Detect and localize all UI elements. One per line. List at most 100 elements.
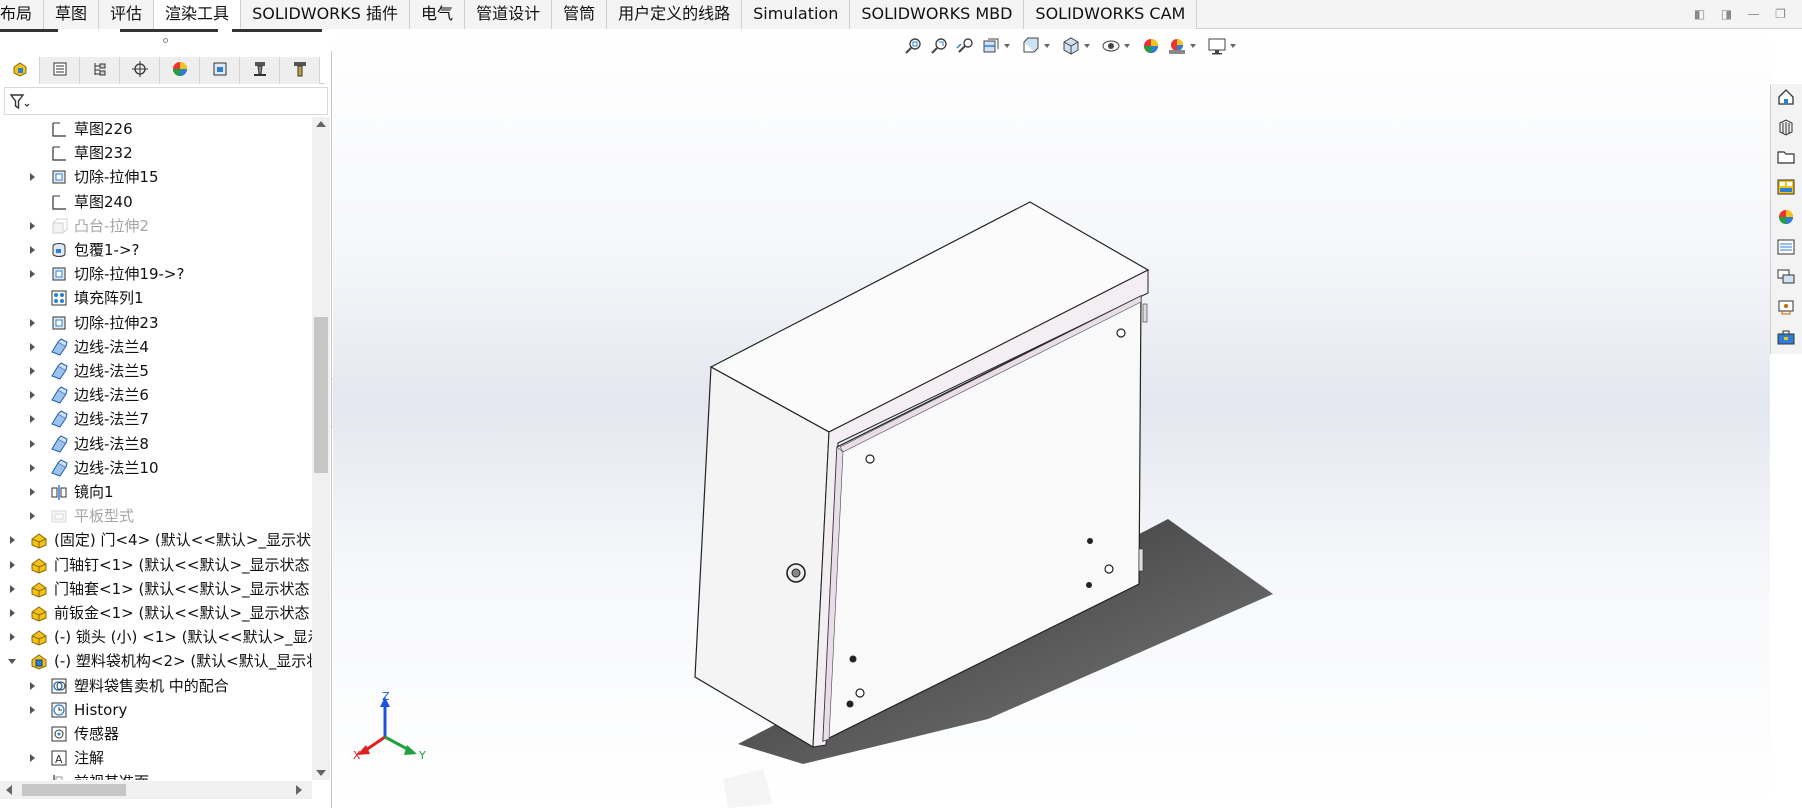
tree-item[interactable]: 填充阵列1	[0, 286, 312, 310]
tree-item[interactable]: (-) 锁头 (小) <1> (默认<<默认>_显示	[0, 625, 312, 649]
expand-arrow-icon[interactable]	[30, 705, 35, 714]
tree-item[interactable]: 切除-拉伸23	[0, 311, 312, 335]
tree-item[interactable]: 前钣金<1> (默认<<默认>_显示状态 1	[0, 601, 312, 625]
panel-grip-icon[interactable]	[163, 38, 168, 43]
scroll-right-arrow-icon[interactable]	[296, 785, 302, 795]
ribbon-tab[interactable]: 评估	[99, 0, 155, 29]
expand-arrow-icon[interactable]	[30, 221, 35, 230]
tile-right-icon[interactable]: ◨	[1719, 7, 1734, 21]
ribbon-tab[interactable]: 草图	[44, 0, 100, 29]
graphics-area[interactable]: Z X Y	[333, 29, 1770, 808]
tree-item[interactable]: 边线-法兰6	[0, 383, 312, 407]
expand-arrow-icon[interactable]	[10, 560, 15, 569]
tree-item[interactable]: 草图240	[0, 190, 312, 214]
restore-icon[interactable]: ❐	[1773, 7, 1788, 21]
dropdown-caret-icon[interactable]	[1084, 44, 1090, 48]
dropdown-caret-icon[interactable]	[1230, 44, 1236, 48]
displaymanager-tab[interactable]	[160, 57, 200, 84]
expand-arrow-icon[interactable]	[30, 463, 35, 472]
section-view-icon[interactable]	[980, 35, 1002, 57]
expand-arrow-icon[interactable]	[30, 439, 35, 448]
view-settings-icon[interactable]	[1206, 35, 1228, 57]
tree-item[interactable]: 前视基准面	[0, 770, 312, 780]
ribbon-tab[interactable]: 渲染工具	[154, 0, 242, 29]
solidworks-forum-tab[interactable]	[1771, 264, 1801, 294]
ribbon-tab[interactable]: 用户定义的线路	[607, 0, 743, 29]
file-explorer-tab[interactable]	[1771, 144, 1801, 174]
display-style-icon[interactable]	[1060, 35, 1082, 57]
design-library-tab[interactable]	[1771, 114, 1801, 144]
dimxpertmanager-tab[interactable]	[120, 57, 160, 84]
expand-arrow-icon[interactable]	[30, 270, 35, 279]
scroll-down-arrow-icon[interactable]	[316, 770, 326, 776]
dropdown-caret-icon[interactable]	[1004, 44, 1010, 48]
cam-tab[interactable]	[1771, 294, 1801, 324]
expand-arrow-icon[interactable]	[30, 342, 35, 351]
ribbon-tab[interactable]: Simulation	[742, 0, 851, 29]
dropdown-caret-icon[interactable]	[1124, 44, 1130, 48]
enclosure-model[interactable]: Z X Y	[333, 29, 1770, 808]
ribbon-tab[interactable]: 布局	[0, 0, 45, 29]
tree-filter-row[interactable]	[4, 87, 328, 115]
expand-arrow-icon[interactable]	[30, 512, 35, 521]
scroll-up-arrow-icon[interactable]	[316, 121, 326, 127]
zoom-to-fit-icon[interactable]	[902, 35, 924, 57]
ribbon-tab[interactable]: SOLIDWORKS MBD	[850, 0, 1025, 29]
toolbox-tab[interactable]	[1771, 324, 1801, 354]
tree-item[interactable]: 边线-法兰10	[0, 456, 312, 480]
configurationmanager-tab[interactable]	[80, 57, 120, 84]
tree-item[interactable]: A 注解	[0, 746, 312, 770]
edit-appearance-icon[interactable]	[1140, 35, 1162, 57]
tree-item[interactable]: 切除-拉伸19->?	[0, 262, 312, 286]
scroll-thumb[interactable]	[22, 784, 126, 796]
tree-item[interactable]: 包覆1->?	[0, 238, 312, 262]
minimize-icon[interactable]: —	[1746, 7, 1761, 21]
tree-item[interactable]: 边线-法兰8	[0, 432, 312, 456]
tree-item[interactable]: 平板型式	[0, 504, 312, 528]
expand-arrow-icon[interactable]	[30, 415, 35, 424]
tree-item[interactable]: (固定) 门<4> (默认<<默认>_显示状态	[0, 528, 312, 552]
hide-show-items-icon[interactable]	[1100, 35, 1122, 57]
expand-arrow-icon[interactable]	[30, 681, 35, 690]
tree-item[interactable]: 门轴套<1> (默认<<默认>_显示状态 1	[0, 577, 312, 601]
tree-vertical-scrollbar[interactable]	[312, 117, 330, 780]
expand-arrow-icon[interactable]	[30, 391, 35, 400]
ribbon-tab[interactable]: 管筒	[552, 0, 608, 29]
scroll-thumb[interactable]	[314, 317, 328, 473]
apply-scene-icon[interactable]	[1166, 35, 1188, 57]
tree-item[interactable]: 边线-法兰5	[0, 359, 312, 383]
scroll-left-arrow-icon[interactable]	[6, 785, 12, 795]
custom-properties-tab[interactable]	[1771, 234, 1801, 264]
camfeature-tab[interactable]	[200, 57, 240, 84]
dropdown-caret-icon[interactable]	[1190, 44, 1196, 48]
view-palette-tab[interactable]	[1771, 174, 1801, 204]
expand-arrow-icon[interactable]	[10, 584, 15, 593]
expand-arrow-icon[interactable]	[30, 367, 35, 375]
collapse-arrow-icon[interactable]	[8, 659, 16, 665]
filter-icon[interactable]	[9, 93, 31, 115]
tree-item[interactable]: History	[0, 698, 312, 722]
tree-item[interactable]: 草图232	[0, 141, 312, 165]
zoom-to-area-icon[interactable]	[928, 35, 950, 57]
expand-arrow-icon[interactable]	[10, 609, 15, 617]
tree-item[interactable]: 切除-拉伸15	[0, 165, 312, 189]
tree-item[interactable]: (-) 塑料袋机构<2> (默认<默认_显示状态	[0, 649, 312, 673]
tree-item[interactable]: 凸台-拉伸2	[0, 214, 312, 238]
solidworks-resources-tab[interactable]	[1771, 84, 1801, 114]
tree-item[interactable]: 边线-法兰7	[0, 407, 312, 431]
featuremanager-tab[interactable]	[0, 57, 40, 84]
propertymanager-tab[interactable]	[40, 57, 80, 84]
expand-arrow-icon[interactable]	[10, 633, 15, 642]
tree-item[interactable]: 镜向1	[0, 480, 312, 504]
tree-item[interactable]: 草图226	[0, 117, 312, 141]
tree-item[interactable]: 传感器	[0, 722, 312, 746]
tree-item[interactable]: 边线-法兰4	[0, 335, 312, 359]
expand-arrow-icon[interactable]	[10, 536, 15, 545]
expand-arrow-icon[interactable]	[30, 318, 35, 327]
expand-arrow-icon[interactable]	[30, 754, 35, 763]
ribbon-tab[interactable]: 电气	[410, 0, 466, 29]
tree-horizontal-scrollbar[interactable]	[0, 781, 312, 799]
tree-item[interactable]: 门轴钉<1> (默认<<默认>_显示状态 1	[0, 553, 312, 577]
tile-left-icon[interactable]: ◧	[1692, 7, 1707, 21]
camoperation-tab[interactable]	[240, 57, 280, 84]
